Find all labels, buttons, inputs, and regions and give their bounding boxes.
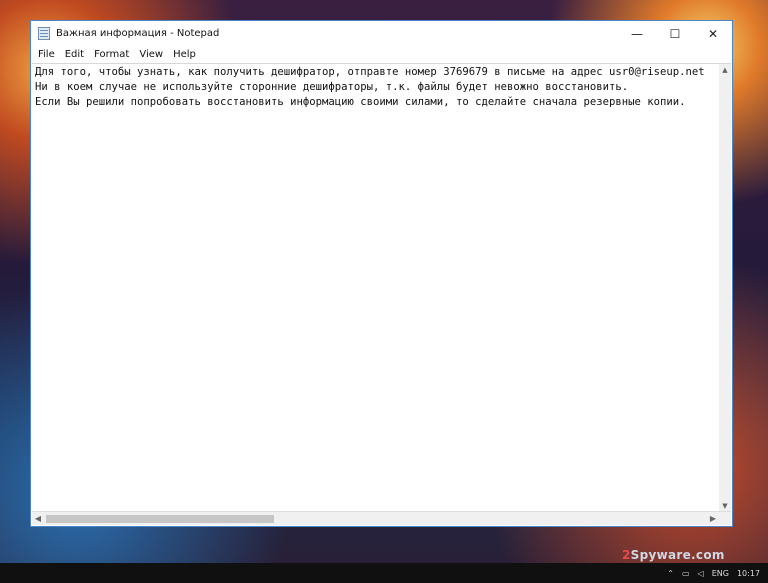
minimize-button[interactable]: — [618, 21, 656, 46]
notepad-window: Важная информация - Notepad — ☐ ✕ File E… [30, 20, 733, 527]
text-line: Для того, чтобы узнать, как получить деш… [35, 66, 705, 78]
network-icon[interactable]: ▭ [682, 569, 690, 578]
close-button[interactable]: ✕ [694, 21, 732, 46]
menu-bar: File Edit Format View Help [31, 46, 732, 63]
menu-format[interactable]: Format [89, 49, 134, 60]
text-editor[interactable]: Для того, чтобы узнать, как получить деш… [32, 63, 731, 512]
window-title: Важная информация - Notepad [56, 28, 220, 39]
scroll-down-icon[interactable]: ▼ [719, 502, 731, 510]
volume-icon[interactable]: ◁ [698, 569, 704, 578]
system-tray: ⌃ ▭ ◁ ENG 10:17 [667, 563, 760, 583]
maximize-button[interactable]: ☐ [656, 21, 694, 46]
language-indicator[interactable]: ENG [712, 569, 729, 578]
notepad-icon [38, 27, 50, 40]
watermark-logo: 2Spyware.com [622, 548, 725, 562]
scroll-up-icon[interactable]: ▲ [719, 66, 731, 74]
chevron-up-icon[interactable]: ⌃ [667, 569, 674, 578]
clock[interactable]: 10:17 [737, 569, 760, 578]
horizontal-scrollbar[interactable]: ◀ ▶ [32, 511, 731, 525]
scroll-left-icon[interactable]: ◀ [32, 512, 44, 525]
title-bar[interactable]: Важная информация - Notepad — ☐ ✕ [31, 21, 732, 46]
menu-help[interactable]: Help [168, 49, 201, 60]
vertical-scrollbar[interactable]: ▲ ▼ [719, 64, 731, 512]
text-line: Если Вы решили попробовать восстановить … [35, 96, 686, 108]
text-line: Ни в коем случае не используйте сторонни… [35, 81, 629, 93]
menu-edit[interactable]: Edit [60, 49, 89, 60]
scrollbar-thumb[interactable] [46, 515, 274, 523]
scroll-right-icon[interactable]: ▶ [707, 512, 719, 525]
menu-file[interactable]: File [33, 49, 60, 60]
menu-view[interactable]: View [134, 49, 168, 60]
taskbar: ⌃ ▭ ◁ ENG 10:17 [0, 563, 768, 583]
